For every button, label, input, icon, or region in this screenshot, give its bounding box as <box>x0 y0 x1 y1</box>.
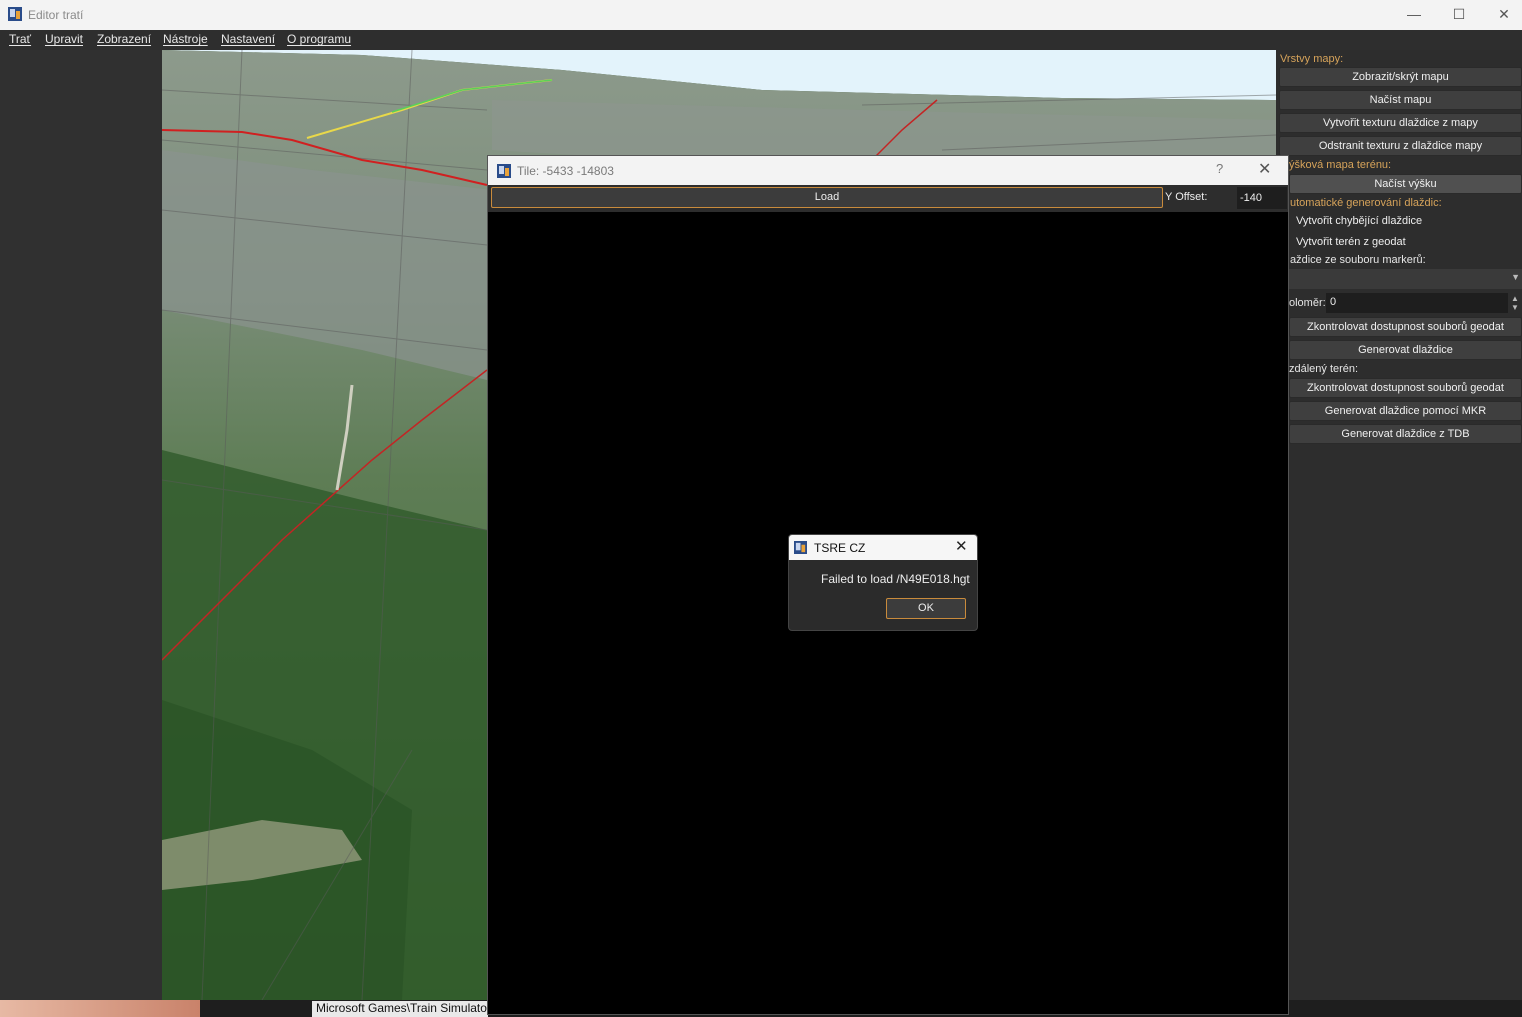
app-icon <box>794 541 807 554</box>
menu-nastaveni[interactable]: Nastavení <box>221 32 275 46</box>
generate-mkr-button[interactable]: Generovat dlaždice pomocí MKR <box>1289 401 1522 421</box>
generate-tdb-button[interactable]: Generovat dlaždice z TDB <box>1289 424 1522 444</box>
marker-file-label: aždice ze souboru markerů: <box>1290 254 1426 266</box>
menu-nastroje[interactable]: Nástroje <box>163 32 208 46</box>
load-map-button[interactable]: Načíst mapu <box>1279 90 1522 110</box>
chevron-down-icon: ▼ <box>1511 272 1520 282</box>
app-icon <box>8 7 22 21</box>
toggle-map-button[interactable]: Zobrazit/skrýt mapu <box>1279 67 1522 87</box>
error-message-box: TSRE CZ ✕ Failed to load /N49E018.hgt OK <box>788 534 978 631</box>
load-button[interactable]: Load <box>491 187 1163 208</box>
app-icon <box>497 164 511 178</box>
menu-bar: Trať Upravit Zobrazení Nástroje Nastaven… <box>0 30 1522 50</box>
ok-button[interactable]: OK <box>886 598 966 619</box>
menu-o-programu[interactable]: O programu <box>287 32 351 46</box>
menu-trat[interactable]: Trať <box>9 32 31 46</box>
check-geodata-button-2[interactable]: Zkontrolovat dostupnost souborů geodat <box>1289 378 1522 398</box>
marker-file-dropdown[interactable]: ▼ <box>1289 269 1522 289</box>
spinner-arrows-icon[interactable]: ▲ ▼ <box>1511 294 1519 312</box>
tile-dialog-title: Tile: -5433 -14803 <box>517 164 614 178</box>
tools-panel: Vrstvy mapy: Zobrazit/skrýt mapu Načíst … <box>1276 50 1522 1000</box>
tile-dialog-toolbar: Load Y Offset: -140 <box>488 185 1288 212</box>
menu-zobrazeni[interactable]: Zobrazení <box>97 32 151 46</box>
remove-texture-button[interactable]: Odstranit texturu z dlaždice mapy <box>1279 136 1522 156</box>
menu-upravit[interactable]: Upravit <box>45 32 83 46</box>
distant-terrain-label: zdálený terén: <box>1289 363 1359 375</box>
radius-label: oloměr: <box>1289 297 1326 309</box>
map-layers-label: Vrstvy mapy: <box>1280 53 1344 65</box>
close-icon[interactable]: ✕ <box>1481 0 1522 30</box>
maximize-icon[interactable]: ☐ <box>1436 0 1482 30</box>
create-texture-button[interactable]: Vytvořit texturu dlaždice z mapy <box>1279 113 1522 133</box>
left-panel <box>0 50 162 1000</box>
close-icon[interactable]: ✕ <box>955 537 968 555</box>
background-image <box>0 1000 200 1017</box>
minimize-icon[interactable]: — <box>1391 0 1437 30</box>
message-box-title: TSRE CZ <box>814 541 866 555</box>
create-missing-tiles-checkbox[interactable]: Vytvořit chybějící dlaždice <box>1296 215 1422 227</box>
close-icon[interactable]: ✕ <box>1258 159 1271 179</box>
heightmap-label: ýšková mapa terénu: <box>1289 159 1392 171</box>
tile-dialog-titlebar: Tile: -5433 -14803 ? ✕ <box>488 156 1288 185</box>
check-geodata-button[interactable]: Zkontrolovat dostupnost souborů geodat <box>1289 317 1522 337</box>
create-terrain-geodata-checkbox[interactable]: Vytvořit terén z geodat <box>1296 236 1406 248</box>
window-title: Editor tratí <box>28 8 84 22</box>
message-box-titlebar: TSRE CZ ✕ <box>789 535 977 560</box>
load-height-button[interactable]: Načíst výšku <box>1289 174 1522 194</box>
error-message-text: Failed to load /N49E018.hgt <box>821 572 970 586</box>
radius-input[interactable]: 0 <box>1326 293 1508 313</box>
y-offset-input[interactable]: -140 <box>1237 187 1287 209</box>
file-path-text: Microsoft Games\Train Simulato <box>312 1001 488 1017</box>
window-titlebar: Editor tratí — ☐ ✕ <box>0 0 1522 30</box>
auto-generation-label: utomatické generování dlaždic: <box>1290 197 1442 209</box>
generate-tiles-button[interactable]: Generovat dlaždice <box>1289 340 1522 360</box>
help-icon[interactable]: ? <box>1216 161 1223 176</box>
y-offset-label: Y Offset: <box>1165 191 1208 203</box>
